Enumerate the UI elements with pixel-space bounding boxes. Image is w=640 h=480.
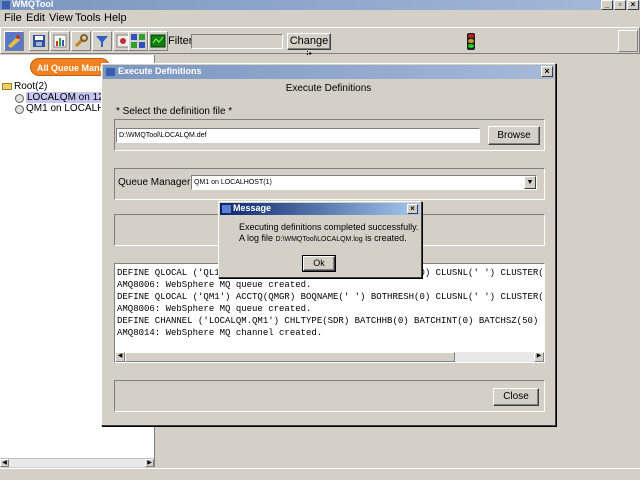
queue-manager-icon <box>15 94 24 103</box>
message-dialog: Message × Executing definitions complete… <box>218 201 422 278</box>
filter-input[interactable] <box>191 34 283 49</box>
tree-root[interactable]: Root(2) <box>14 81 47 92</box>
queue-manager-icon <box>15 105 24 114</box>
horizontal-scrollbar[interactable]: ◀ ▶ <box>0 458 154 467</box>
dialog-logo-icon <box>106 68 115 76</box>
stop-icon[interactable] <box>618 30 638 52</box>
menu-tools[interactable]: Tools <box>75 12 101 24</box>
output-horizontal-scrollbar[interactable]: ◀ ▶ <box>115 352 544 362</box>
status-bar <box>0 468 640 480</box>
toolbar: Filter Change it <box>0 27 640 62</box>
file-label: * Select the definition file * <box>116 106 233 117</box>
restore-button[interactable]: ▫ <box>614 0 626 10</box>
filter-funnel-icon[interactable] <box>92 31 112 51</box>
exec-dialog-titlebar: Execute Definitions × <box>103 65 554 79</box>
browse-button[interactable]: Browse <box>488 126 540 145</box>
close-button[interactable]: Close <box>493 388 539 406</box>
message-titlebar: Message × <box>220 203 420 215</box>
chart-icon[interactable] <box>50 31 70 51</box>
close-groupbox <box>114 380 545 412</box>
exec-dialog-close-button[interactable]: × <box>541 66 553 77</box>
filter-label: Filter <box>168 35 193 47</box>
queue-manager-label: Queue Manager <box>118 177 191 188</box>
traffic-light-icon <box>467 33 475 50</box>
close-window-button[interactable]: × <box>627 0 639 10</box>
menu-file[interactable]: File <box>4 12 22 24</box>
queue-manager-select-value: QM1 on LOCALHOST(1) <box>194 179 272 186</box>
output-line: DEFINE QLOCAL ('QM1') ACCTQ(QMGR) BOQNAM… <box>117 292 545 302</box>
output-line: AMQ8006: WebSphere MQ queue created. <box>117 280 312 290</box>
grid-icon[interactable] <box>128 31 148 51</box>
folder-icon <box>2 83 12 90</box>
message-line-2-suffix: is created. <box>362 233 407 243</box>
message-logo-icon <box>222 205 231 213</box>
message-line-2: A log file D:\WMQTool\LOCALQM.log is cre… <box>239 233 407 243</box>
app-logo-icon <box>2 1 10 9</box>
change-it-button[interactable]: Change it <box>287 33 331 62</box>
exec-dialog-heading: Execute Definitions <box>285 83 372 94</box>
queue-manager-select[interactable]: QM1 on LOCALHOST(1) ▼ <box>191 175 537 190</box>
wrench-icon[interactable] <box>71 31 91 51</box>
menu-view[interactable]: View <box>49 12 73 24</box>
output-line: AMQ8014: WebSphere MQ channel created. <box>117 328 323 338</box>
output-line: DEFINE CHANNEL ('LOCALQM.QM1') CHLTYPE(S… <box>117 316 545 326</box>
all-queue-managers-tab[interactable]: All Queue Managers <box>30 58 110 76</box>
menu-bar: File Edit View Tools Help <box>0 11 640 26</box>
minimize-button[interactable]: _ <box>601 0 613 10</box>
exec-dialog-title: Execute Definitions <box>118 66 202 76</box>
output-line: AMQ8006: WebSphere MQ queue created. <box>117 304 312 314</box>
file-path-input[interactable]: D:\WMQTool\LOCALQM.def <box>116 128 480 143</box>
save-icon[interactable] <box>29 31 49 51</box>
log-file-path: D:\WMQTool\LOCALQM.log <box>275 236 363 243</box>
ok-button[interactable]: Ok <box>302 255 336 272</box>
message-line-2-prefix: A log file <box>239 233 276 243</box>
menu-help[interactable]: Help <box>104 12 127 24</box>
message-line-1: Executing definitions completed successf… <box>239 222 419 232</box>
message-close-button[interactable]: × <box>407 204 418 214</box>
menu-edit[interactable]: Edit <box>26 12 45 24</box>
chevron-down-icon[interactable]: ▼ <box>524 176 536 189</box>
main-titlebar: WMQTool _ ▫ × <box>0 0 640 10</box>
app-title: WMQTool <box>12 0 54 9</box>
monitor-icon[interactable] <box>148 31 168 51</box>
message-title: Message <box>233 203 272 213</box>
output-textarea[interactable]: DEFINE QLOCAL ('QL1') ACCTQ(QMGR) BOQNAM… <box>114 263 545 363</box>
connect-icon[interactable] <box>4 31 24 51</box>
